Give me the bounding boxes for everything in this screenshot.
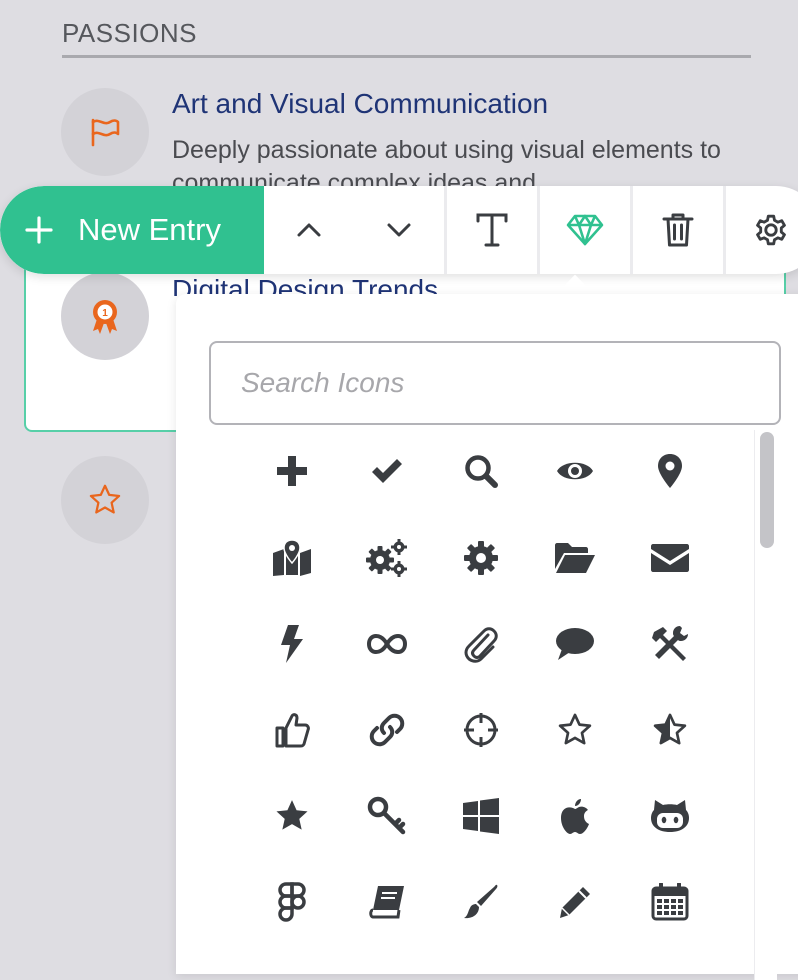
icon-option[interactable]: [628, 860, 712, 944]
section-title: PASSIONS: [62, 18, 198, 48]
settings-button[interactable]: [726, 186, 798, 274]
comment-icon: [556, 628, 594, 660]
calendar-icon: [651, 883, 689, 921]
plus-icon: [277, 456, 307, 486]
star-half-icon: [653, 713, 687, 745]
link-icon: [369, 713, 405, 747]
icon-option[interactable]: [628, 602, 712, 686]
icon-option[interactable]: [439, 860, 523, 944]
icon-option[interactable]: [250, 516, 334, 600]
envelope-icon: [651, 544, 689, 572]
chevron-up-icon: [297, 223, 321, 237]
move-up-button[interactable]: [264, 186, 354, 274]
star-icon: [276, 800, 308, 830]
icon-picker-button[interactable]: [540, 186, 630, 274]
icon-option[interactable]: [250, 774, 334, 858]
icon-option[interactable]: [628, 774, 712, 858]
check-icon: [372, 459, 402, 483]
entry-icon-circle[interactable]: [61, 456, 149, 544]
folder-open-icon: [555, 543, 595, 573]
apple-icon: [561, 799, 589, 834]
github-icon: [651, 800, 689, 832]
search-icon: [465, 455, 498, 488]
icon-option[interactable]: [439, 774, 523, 858]
icon-option[interactable]: [533, 516, 617, 600]
crosshairs-icon: [464, 713, 498, 747]
icon-option[interactable]: [345, 516, 429, 600]
entry-description: Deeply passionate about using visual ele…: [172, 136, 721, 186]
scrollbar-thumb[interactable]: [760, 432, 774, 548]
paperclip-icon: [464, 627, 498, 663]
icon-picker-panel: [176, 294, 798, 980]
icon-option[interactable]: [250, 429, 334, 513]
trash-icon: [662, 213, 694, 247]
cog-icon: [464, 541, 498, 575]
text-format-button[interactable]: [447, 186, 537, 274]
icon-option[interactable]: [439, 688, 523, 772]
move-down-button[interactable]: [354, 186, 444, 274]
icon-option[interactable]: [628, 429, 712, 513]
map-marker-icon: [658, 454, 682, 488]
pencil-icon: [560, 887, 590, 918]
tools-icon: [652, 626, 688, 661]
figma-icon: [278, 882, 306, 922]
icon-option[interactable]: [345, 774, 429, 858]
entry-title[interactable]: Art and Visual Communication: [172, 88, 548, 120]
new-entry-button[interactable]: New Entry: [0, 186, 264, 274]
icon-option[interactable]: [628, 516, 712, 600]
star-outline-icon: [558, 713, 592, 745]
gear-icon: [756, 214, 786, 246]
flag-icon: [91, 118, 120, 147]
icon-option[interactable]: [345, 860, 429, 944]
icon-option[interactable]: [628, 688, 712, 772]
eye-icon: [557, 462, 593, 480]
delete-button[interactable]: [633, 186, 723, 274]
key-icon: [367, 796, 406, 835]
icon-option[interactable]: [345, 429, 429, 513]
icon-option[interactable]: [439, 602, 523, 686]
entry-icon-circle[interactable]: 1: [61, 272, 149, 360]
plus-icon: [25, 216, 53, 244]
text-format-icon: [476, 213, 508, 247]
chevron-down-icon: [387, 223, 411, 237]
icon-search-input[interactable]: [209, 341, 781, 425]
section-divider: [62, 55, 751, 58]
icon-option[interactable]: [250, 860, 334, 944]
icon-option[interactable]: [345, 602, 429, 686]
bolt-icon: [281, 625, 303, 663]
icon-option[interactable]: [533, 429, 617, 513]
icon-option[interactable]: [533, 602, 617, 686]
windows-icon: [463, 798, 499, 834]
book-icon: [369, 886, 404, 919]
thumbs-up-icon: [275, 713, 310, 748]
cogs-icon: [366, 539, 407, 577]
entry-toolbar: New Entry: [0, 186, 798, 274]
icon-option[interactable]: [345, 688, 429, 772]
paint-brush-icon: [464, 884, 498, 919]
award-icon: 1: [93, 300, 117, 334]
gem-icon: [566, 214, 604, 246]
icon-option[interactable]: [533, 688, 617, 772]
icon-option[interactable]: [533, 774, 617, 858]
icon-option[interactable]: [533, 860, 617, 944]
star-outline-icon: [89, 484, 121, 514]
icon-option[interactable]: [250, 688, 334, 772]
svg-text:1: 1: [102, 308, 108, 319]
new-entry-label: New Entry: [78, 212, 221, 247]
icon-option[interactable]: [250, 602, 334, 686]
icon-option[interactable]: [439, 516, 523, 600]
infinity-icon: [366, 633, 408, 655]
map-location-icon: [273, 539, 311, 576]
entry-title[interactable]: Digital Design Trends: [172, 274, 438, 296]
entry-icon-circle[interactable]: [61, 88, 149, 176]
icon-option[interactable]: [439, 429, 523, 513]
